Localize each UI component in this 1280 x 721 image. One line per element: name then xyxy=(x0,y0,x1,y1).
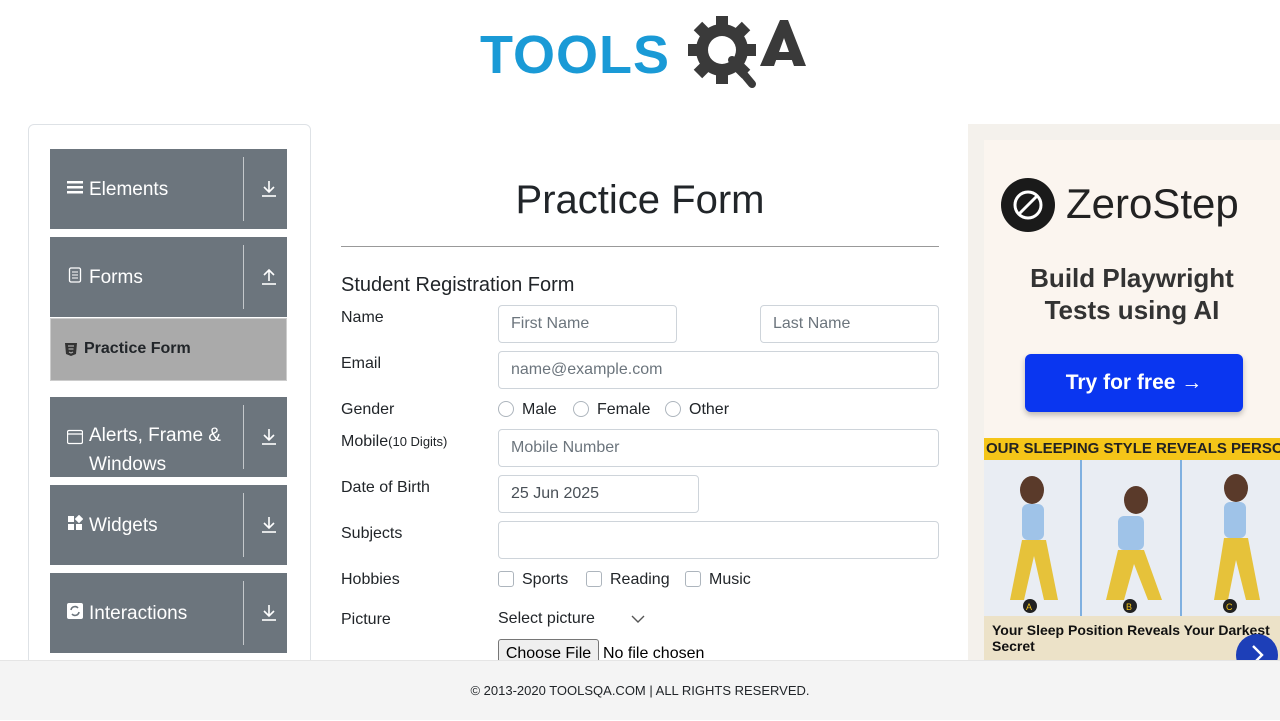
ad-tagline: Build Playwright Tests using AI xyxy=(984,262,1280,326)
sidebar-item-label: Practice Form xyxy=(84,340,191,357)
subjects-input[interactable] xyxy=(498,521,939,559)
chevron-right-icon xyxy=(1252,645,1264,660)
html5-icon xyxy=(65,343,77,356)
ad2-image: A B C xyxy=(984,460,1280,616)
sidebar-group-label: Alerts, Frame & Windows xyxy=(89,425,221,475)
advertisement[interactable]: ZeroStep Build Playwright Tests using AI… xyxy=(968,124,1280,660)
interactions-icon xyxy=(67,603,83,619)
document-icon xyxy=(68,267,82,283)
download-icon[interactable] xyxy=(260,603,278,623)
ad-content: ZeroStep Build Playwright Tests using AI… xyxy=(984,140,1280,660)
name-label: Name xyxy=(341,309,384,326)
sidebar-group-widgets[interactable]: Widgets xyxy=(50,485,287,565)
hobby-option-label: Sports xyxy=(522,571,569,588)
header: TOOLS xyxy=(0,0,1280,100)
gender-radio-male[interactable] xyxy=(498,401,514,417)
sidebar-group-label: Forms xyxy=(89,267,143,288)
gear-search-icon xyxy=(688,16,806,88)
select-picture-label: Select picture xyxy=(498,610,595,627)
panel-label: A xyxy=(1026,602,1032,612)
divider xyxy=(243,405,244,469)
form-subtitle: Student Registration Form xyxy=(341,274,575,296)
ad2-headline: OUR SLEEPING STYLE REVEALS PERSONALIT xyxy=(984,438,1280,460)
sidebar-item-practice-form[interactable]: Practice Form xyxy=(50,318,287,381)
ad2-next-button[interactable] xyxy=(1236,634,1278,660)
footer: © 2013-2020 TOOLSQA.COM | ALL RIGHTS RES… xyxy=(0,660,1280,720)
panel-label: B xyxy=(1126,602,1132,612)
hobbies-label: Hobbies xyxy=(341,571,400,588)
date-of-birth-input[interactable]: 25 Jun 2025 xyxy=(498,475,699,513)
ad2-panel: A xyxy=(984,460,1082,616)
ad2-panel: C xyxy=(1184,460,1280,616)
sidebar-group-alerts[interactable]: Alerts, Frame & Windows xyxy=(50,397,287,477)
chevron-down-icon xyxy=(631,615,645,623)
download-icon[interactable] xyxy=(260,427,278,447)
sidebar-group-forms[interactable]: Forms xyxy=(50,237,287,317)
ad-cta-button[interactable]: Try for free → xyxy=(1025,354,1243,412)
sidebar-group-label: Widgets xyxy=(89,515,158,536)
mobile-hint: (10 Digits) xyxy=(388,434,448,449)
zerostep-mark-icon xyxy=(1013,190,1043,220)
last-name-input[interactable]: Last Name xyxy=(760,305,939,343)
upload-icon[interactable] xyxy=(260,267,278,287)
mobile-label: Mobile(10 Digits) xyxy=(341,433,447,451)
download-icon[interactable] xyxy=(260,179,278,199)
ad-tagline-line: Build Playwright xyxy=(1030,263,1234,293)
gender-option-label: Male xyxy=(522,401,557,418)
dob-label: Date of Birth xyxy=(341,479,430,496)
widgets-icon xyxy=(68,515,83,530)
hobby-checkbox-music[interactable] xyxy=(685,571,701,587)
email-input[interactable]: name@example.com xyxy=(498,351,939,389)
gender-radio-other[interactable] xyxy=(665,401,681,417)
sidebar-group-label: Elements xyxy=(89,179,169,200)
sidebar: Elements Forms Practice Form Alerts, Fra… xyxy=(28,124,311,684)
sidebar-group-elements[interactable]: Elements xyxy=(50,149,287,229)
window-icon xyxy=(67,429,83,445)
toolsqa-logo[interactable]: TOOLS xyxy=(480,14,806,94)
zerostep-logo-icon xyxy=(1001,178,1055,232)
hobby-checkbox-reading[interactable] xyxy=(586,571,602,587)
hobby-option-label: Reading xyxy=(610,571,670,588)
first-name-input[interactable]: First Name xyxy=(498,305,677,343)
gender-radio-female[interactable] xyxy=(573,401,589,417)
picture-label: Picture xyxy=(341,611,391,628)
ad-tagline-line: Tests using AI xyxy=(1044,295,1220,325)
gender-option-label: Other xyxy=(689,401,730,418)
divider xyxy=(243,157,244,221)
sidebar-group-interactions[interactable]: Interactions xyxy=(50,573,287,653)
ad2-panel: B xyxy=(1084,460,1182,616)
email-label: Email xyxy=(341,355,382,372)
download-icon[interactable] xyxy=(260,515,278,535)
panel-label: C xyxy=(1226,602,1233,612)
ad-brand: ZeroStep xyxy=(1066,180,1239,227)
divider xyxy=(243,245,244,309)
gender-label: Gender xyxy=(341,401,395,418)
sidebar-group-label: Interactions xyxy=(89,603,188,624)
menu-icon xyxy=(67,181,83,194)
gender-option-label: Female xyxy=(597,401,651,418)
sleeping-figure-icon: A xyxy=(1010,476,1058,613)
logo-text-tools: TOOLS xyxy=(480,25,671,85)
subjects-label: Subjects xyxy=(341,525,403,542)
page-title: Practice Form xyxy=(515,178,765,222)
mobile-label-text: Mobile xyxy=(341,433,389,450)
sleeping-figure-icon: B xyxy=(1106,486,1162,613)
divider xyxy=(243,581,244,645)
hobby-checkbox-sports[interactable] xyxy=(498,571,514,587)
mobile-input[interactable]: Mobile Number xyxy=(498,429,939,467)
divider xyxy=(243,493,244,557)
sleeping-figure-icon: C xyxy=(1214,474,1260,613)
hobby-option-label: Music xyxy=(709,571,751,588)
footer-copyright: © 2013-2020 TOOLSQA.COM | ALL RIGHTS RES… xyxy=(470,683,810,698)
divider xyxy=(341,246,939,247)
